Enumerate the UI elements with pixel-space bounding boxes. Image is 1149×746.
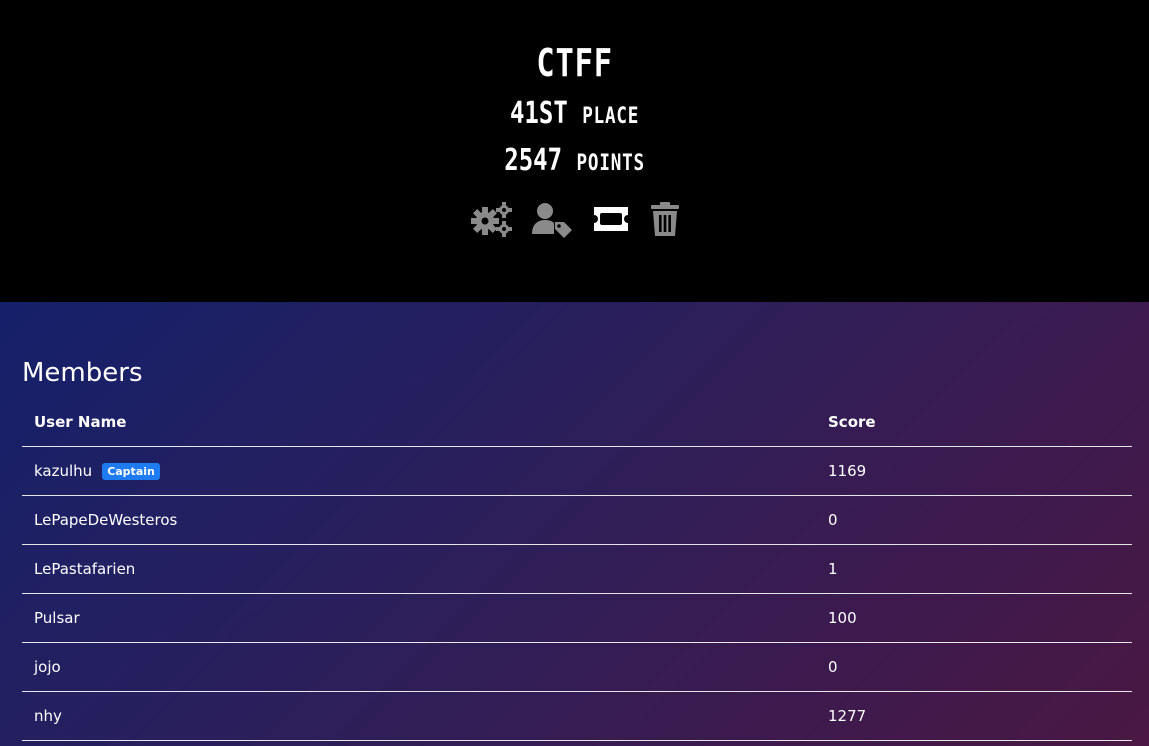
user-link[interactable]: kazulhu [34,462,92,480]
place-number: 41st [509,96,568,131]
table-row: kazulhu Captain 1169 [22,446,1132,496]
captain-badge: Captain [102,463,160,480]
team-header: CTFF 41st place 2547 points [0,0,1149,302]
user-link[interactable]: LePapeDeWesteros [34,511,177,529]
user-name-cell: jojo [22,642,816,692]
table-row: jojo 0 [22,642,1132,692]
table-header-row: User Name Score [22,398,1132,447]
user-name-cell: nhy [22,691,816,741]
points-number: 2547 [504,143,563,178]
score-cell: 100 [816,593,1132,643]
score-cell: 0 [816,495,1132,545]
table-row: LePastafarien 1 [22,544,1132,594]
column-header-user-name: User Name [22,398,816,447]
table-row: Pulsar 100 [22,593,1132,643]
team-actions [0,200,1149,238]
team-points: 2547 points [115,142,1034,183]
team-place: 41st place [115,95,1034,136]
user-link[interactable]: LePastafarien [34,560,135,578]
table-row: nhy 1277 [22,691,1132,741]
gears-icon [470,202,512,237]
trash-icon [650,202,679,236]
score-cell: 1277 [816,691,1132,741]
choose-captain-button[interactable] [531,200,573,238]
ticket-icon [593,207,628,231]
delete-team-button[interactable] [649,200,681,238]
user-link[interactable]: Pulsar [34,609,80,627]
score-cell: 1169 [816,446,1132,496]
user-link[interactable]: jojo [34,658,61,676]
user-name-cell: LePastafarien [22,544,816,594]
members-title: Members [22,358,143,388]
user-tag-icon [531,203,572,238]
members-table: User Name Score kazulhu Captain 1169 LePa… [22,398,1132,741]
settings-button[interactable] [469,200,513,238]
members-section: Members User Name Score kazulhu Captain 1… [0,302,1149,746]
place-label: place [582,104,640,129]
user-name-cell: LePapeDeWesteros [22,495,816,545]
points-label: points [576,151,645,176]
column-header-score: Score [816,398,1132,447]
team-name: CTFF [536,41,613,85]
user-name-cell: Pulsar [22,593,816,643]
user-name-cell: kazulhu Captain [22,446,816,496]
invite-button[interactable] [591,200,631,238]
table-row: LePapeDeWesteros 0 [22,495,1132,545]
user-link[interactable]: nhy [34,707,62,725]
score-cell: 0 [816,642,1132,692]
score-cell: 1 [816,544,1132,594]
